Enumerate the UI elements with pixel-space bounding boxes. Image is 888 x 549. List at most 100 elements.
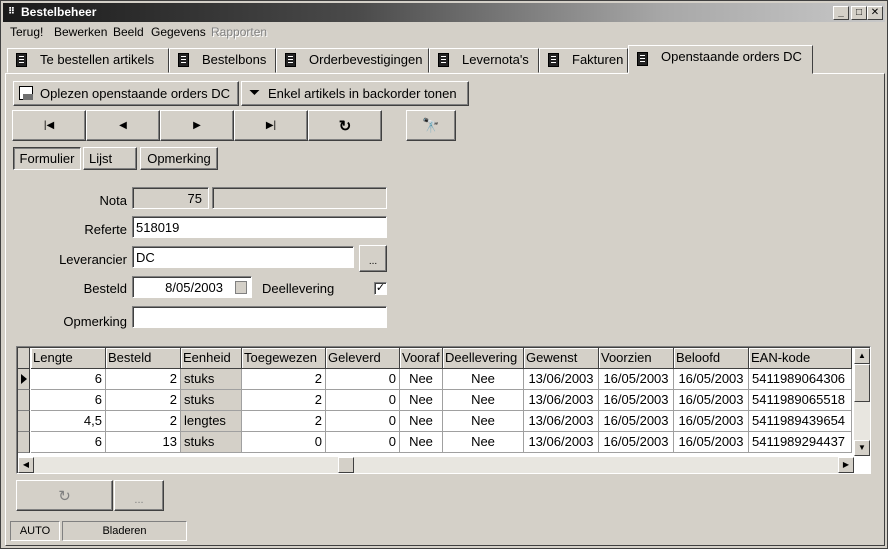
refresh-button[interactable]: ↻	[308, 110, 382, 141]
last-record-button[interactable]: ▶|	[234, 110, 308, 141]
grid-cell-lengte[interactable]: 4,5	[31, 411, 106, 432]
view-lijst-button[interactable]: Lijst	[83, 147, 137, 170]
grid-cell-ean-kode[interactable]: 5411989065518	[749, 390, 852, 411]
grid-cell-beloofd[interactable]: 16/05/2003	[674, 411, 749, 432]
grid-cell-voorzien[interactable]: 16/05/2003	[599, 369, 674, 390]
view-opmerking-button[interactable]: Opmerking	[140, 147, 218, 170]
grid-cell-ean-kode[interactable]: 5411989439654	[749, 411, 852, 432]
grid-cell-vooraf[interactable]: Nee	[400, 411, 443, 432]
grid-cell-geleverd[interactable]: 0	[326, 411, 400, 432]
vertical-scroll-thumb[interactable]	[854, 364, 870, 402]
grid-cell-besteld[interactable]: 2	[106, 411, 181, 432]
row-indicator[interactable]	[18, 411, 30, 432]
row-indicator[interactable]	[18, 369, 30, 390]
grid-cell-voorzien[interactable]: 16/05/2003	[599, 390, 674, 411]
grid-header-vooraf[interactable]: Vooraf	[400, 348, 443, 369]
view-formulier-button[interactable]: Formulier	[13, 147, 81, 170]
grid-cell-beloofd[interactable]: 16/05/2003	[674, 369, 749, 390]
maximize-button[interactable]: □	[851, 6, 867, 20]
first-record-button[interactable]: |◀	[12, 110, 86, 141]
grid-cell-toegewezen[interactable]: 0	[242, 432, 326, 453]
grid-header-lengte[interactable]: Lengte	[31, 348, 106, 369]
grid-header-beloofd[interactable]: Beloofd	[674, 348, 749, 369]
grid-cell-eenheid[interactable]: stuks	[181, 432, 242, 453]
grid-header-ean-kode[interactable]: EAN-kode	[749, 348, 852, 369]
tab-te-bestellen-artikels[interactable]: Te bestellen artikels	[7, 48, 169, 73]
scroll-left-arrow-icon[interactable]: ◀	[18, 457, 34, 473]
grid-cell-deellevering[interactable]: Nee	[443, 369, 524, 390]
grid-cell-besteld[interactable]: 2	[106, 369, 181, 390]
grid-cell-eenheid[interactable]: stuks	[181, 369, 242, 390]
grid-header-eenheid[interactable]: Eenheid	[181, 348, 242, 369]
besteld-date-input[interactable]: 8/05/2003	[132, 276, 252, 298]
grid-cell-gewenst[interactable]: 13/06/2003	[524, 411, 599, 432]
grid-header-toegewezen[interactable]: Toegewezen	[242, 348, 326, 369]
grid-cell-toegewezen[interactable]: 2	[242, 369, 326, 390]
menu-terug[interactable]: Terug!	[10, 25, 43, 39]
find-button[interactable]: 🔭	[406, 110, 456, 141]
menu-beeld[interactable]: Beeld	[113, 25, 144, 39]
grid-cell-toegewezen[interactable]: 2	[242, 390, 326, 411]
grid-header-deellevering[interactable]: Deellevering	[443, 348, 524, 369]
grid-cell-vooraf[interactable]: Nee	[400, 390, 443, 411]
grid-cell-geleverd[interactable]: 0	[326, 432, 400, 453]
next-record-button[interactable]: ▶	[160, 110, 234, 141]
tab-levernotas[interactable]: Levernota's	[429, 48, 539, 73]
grid-cell-deellevering[interactable]: Nee	[443, 432, 524, 453]
load-orders-button[interactable]: Oplezen openstaande orders DC	[13, 81, 239, 106]
title-bar[interactable]: ⠿ Bestelbeheer _ □ ✕	[3, 3, 885, 22]
grid-cell-gewenst[interactable]: 13/06/2003	[524, 390, 599, 411]
grid-cell-deellevering[interactable]: Nee	[443, 390, 524, 411]
grid-cell-lengte[interactable]: 6	[31, 390, 106, 411]
horizontal-scrollbar[interactable]: ◀ ▶	[18, 457, 854, 473]
tab-orderbevestigingen[interactable]: Orderbevestigingen	[276, 48, 429, 73]
close-button[interactable]: ✕	[867, 6, 883, 20]
grid-cell-beloofd[interactable]: 16/05/2003	[674, 390, 749, 411]
order-lines-grid[interactable]: Lengte Besteld Eenheid Toegewezen Geleverd Vo…	[16, 346, 871, 474]
grid-cell-ean-kode[interactable]: 5411989064306	[749, 369, 852, 390]
referte-input[interactable]: 518019	[132, 216, 387, 238]
grid-header-besteld[interactable]: Besteld	[106, 348, 181, 369]
grid-cell-besteld[interactable]: 13	[106, 432, 181, 453]
vertical-scrollbar[interactable]: ▲ ▼	[854, 348, 870, 456]
app-menu-icon[interactable]: ⠿	[8, 6, 18, 16]
grid-cell-eenheid[interactable]: stuks	[181, 390, 242, 411]
calendar-icon[interactable]	[235, 281, 247, 294]
deellevering-checkbox[interactable]: ✓	[374, 282, 387, 295]
grid-header-voorzien[interactable]: Voorzien	[599, 348, 674, 369]
grid-header-gewenst[interactable]: Gewenst	[524, 348, 599, 369]
grid-cell-toegewezen[interactable]: 2	[242, 411, 326, 432]
grid-cell-lengte[interactable]: 6	[31, 432, 106, 453]
row-indicator[interactable]	[18, 432, 30, 453]
tab-fakturen[interactable]: Fakturen	[539, 48, 628, 73]
grid-cell-deellevering[interactable]: Nee	[443, 411, 524, 432]
grid-header-geleverd[interactable]: Geleverd	[326, 348, 400, 369]
leverancier-browse-button[interactable]: ...	[359, 245, 387, 272]
grid-cell-voorzien[interactable]: 16/05/2003	[599, 411, 674, 432]
scroll-up-arrow-icon[interactable]: ▲	[854, 348, 870, 364]
grid-cell-lengte[interactable]: 6	[31, 369, 106, 390]
tab-bestelbons[interactable]: Bestelbons	[169, 48, 276, 73]
leverancier-input[interactable]: DC	[132, 246, 354, 268]
grid-cell-geleverd[interactable]: 0	[326, 369, 400, 390]
scroll-down-arrow-icon[interactable]: ▼	[854, 440, 870, 456]
grid-more-button[interactable]: ...	[114, 480, 164, 511]
grid-cell-voorzien[interactable]: 16/05/2003	[599, 432, 674, 453]
menu-bewerken[interactable]: Bewerken	[54, 25, 107, 39]
opmerking-input[interactable]	[132, 306, 387, 328]
horizontal-scroll-thumb[interactable]	[338, 457, 354, 473]
grid-cell-beloofd[interactable]: 16/05/2003	[674, 432, 749, 453]
grid-cell-vooraf[interactable]: Nee	[400, 432, 443, 453]
grid-cell-besteld[interactable]: 2	[106, 390, 181, 411]
previous-record-button[interactable]: ◀	[86, 110, 160, 141]
grid-refresh-button[interactable]: ↻	[16, 480, 113, 511]
minimize-button[interactable]: _	[833, 6, 849, 20]
row-indicator[interactable]	[18, 390, 30, 411]
grid-cell-vooraf[interactable]: Nee	[400, 369, 443, 390]
menu-gegevens[interactable]: Gegevens	[151, 25, 206, 39]
grid-cell-gewenst[interactable]: 13/06/2003	[524, 432, 599, 453]
grid-cell-eenheid[interactable]: lengtes	[181, 411, 242, 432]
grid-cell-ean-kode[interactable]: 5411989294437	[749, 432, 852, 453]
backorder-filter-button[interactable]: ⏷ Enkel artikels in backorder tonen	[241, 81, 469, 106]
grid-cell-gewenst[interactable]: 13/06/2003	[524, 369, 599, 390]
